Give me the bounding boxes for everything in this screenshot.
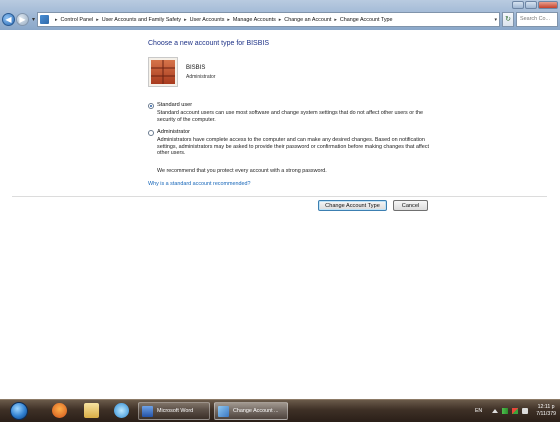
address-bar[interactable]: ▸ Control Panel ▸ User Accounts and Fami… <box>37 12 500 27</box>
breadcrumb-change-account[interactable]: Change an Account <box>284 17 331 23</box>
refresh-icon[interactable]: ↻ <box>502 12 514 27</box>
clock-date: 7/11/379 <box>536 411 556 417</box>
taskbar: Microsoft Word Change Account ... EN 12:… <box>0 399 560 422</box>
recommendation-text: We recommend that you protect every acco… <box>157 168 327 174</box>
network-icon[interactable] <box>502 408 509 414</box>
control-panel-icon <box>218 405 229 417</box>
user-name: BISBIS <box>186 65 206 71</box>
breadcrumb-separator-icon: ▸ <box>334 16 337 23</box>
administrator-radio[interactable] <box>148 130 154 136</box>
option-standard-user[interactable]: Standard user <box>148 102 192 109</box>
divider <box>12 196 547 197</box>
breadcrumb-separator-icon: ▸ <box>55 16 58 23</box>
back-button[interactable]: ◀ <box>2 13 15 26</box>
volume-icon[interactable] <box>522 408 529 414</box>
standard-user-radio[interactable] <box>148 103 154 109</box>
language-indicator[interactable]: EN <box>475 408 482 414</box>
clock[interactable]: 12:11 p 7/11/379 <box>536 404 556 418</box>
action-center-flag-icon[interactable] <box>512 408 519 414</box>
clock-time: 12:11 p <box>537 404 555 410</box>
main-content: Choose a new account type for BISBIS BIS… <box>0 30 560 399</box>
search-input[interactable]: Search Co... <box>516 12 558 27</box>
breadcrumb-separator-icon: ▸ <box>184 16 187 23</box>
breadcrumb-separator-icon: ▸ <box>227 16 230 23</box>
address-dropdown-icon[interactable]: ▾ <box>492 17 499 23</box>
show-hidden-icons-icon[interactable] <box>492 409 499 413</box>
word-icon <box>142 405 153 417</box>
taskbar-item-label: Microsoft Word <box>157 408 194 414</box>
system-tray: EN 12:11 p 7/11/379 <box>475 400 556 422</box>
recent-pages-icon[interactable]: ▾ <box>32 16 35 23</box>
user-role: Administrator <box>186 74 216 80</box>
user-avatar <box>148 57 178 87</box>
maximize-button[interactable] <box>525 1 537 9</box>
standard-user-label[interactable]: Standard user <box>157 102 192 108</box>
taskbar-item-change-account[interactable]: Change Account ... <box>214 402 288 420</box>
control-panel-icon <box>40 15 50 24</box>
breadcrumb-separator-icon: ▸ <box>96 16 99 23</box>
standard-user-description: Standard account users can use most soft… <box>157 110 423 123</box>
taskbar-item-word[interactable]: Microsoft Word <box>138 402 210 420</box>
minimize-button[interactable] <box>512 1 524 9</box>
help-link[interactable]: Why is a standard account recommended? <box>148 181 250 187</box>
close-button[interactable] <box>538 1 558 9</box>
breadcrumb-control-panel[interactable]: Control Panel <box>61 17 94 23</box>
breadcrumb-user-accounts-family[interactable]: User Accounts and Family Safety <box>102 17 181 23</box>
cancel-button[interactable]: Cancel <box>393 200 428 211</box>
window-controls <box>512 1 558 9</box>
taskbar-item-label: Change Account ... <box>233 408 279 414</box>
breadcrumb-separator-icon: ▸ <box>278 16 282 23</box>
administrator-label[interactable]: Administrator <box>157 129 190 135</box>
breadcrumb-manage-accounts[interactable]: Manage Accounts <box>233 17 276 23</box>
breadcrumb-change-account-type[interactable]: Change Account Type <box>340 17 393 23</box>
option-administrator[interactable]: Administrator <box>148 129 190 136</box>
folder-icon[interactable] <box>84 403 99 418</box>
start-button[interactable] <box>10 402 28 420</box>
page-title: Choose a new account type for BISBIS <box>148 40 270 47</box>
internet-explorer-icon[interactable] <box>114 403 129 418</box>
change-account-type-button[interactable]: Change Account Type <box>318 200 387 211</box>
administrator-description: Administrators have complete access to t… <box>157 137 429 157</box>
media-player-icon[interactable] <box>52 403 67 418</box>
window-chrome: ◀ ▶ ▾ ▸ Control Panel ▸ User Accounts an… <box>0 0 560 31</box>
navigation-bar: ◀ ▶ ▾ ▸ Control Panel ▸ User Accounts an… <box>2 11 558 28</box>
breadcrumb-user-accounts[interactable]: User Accounts <box>190 17 225 23</box>
forward-button[interactable]: ▶ <box>16 13 29 26</box>
user-picture <box>151 60 175 84</box>
